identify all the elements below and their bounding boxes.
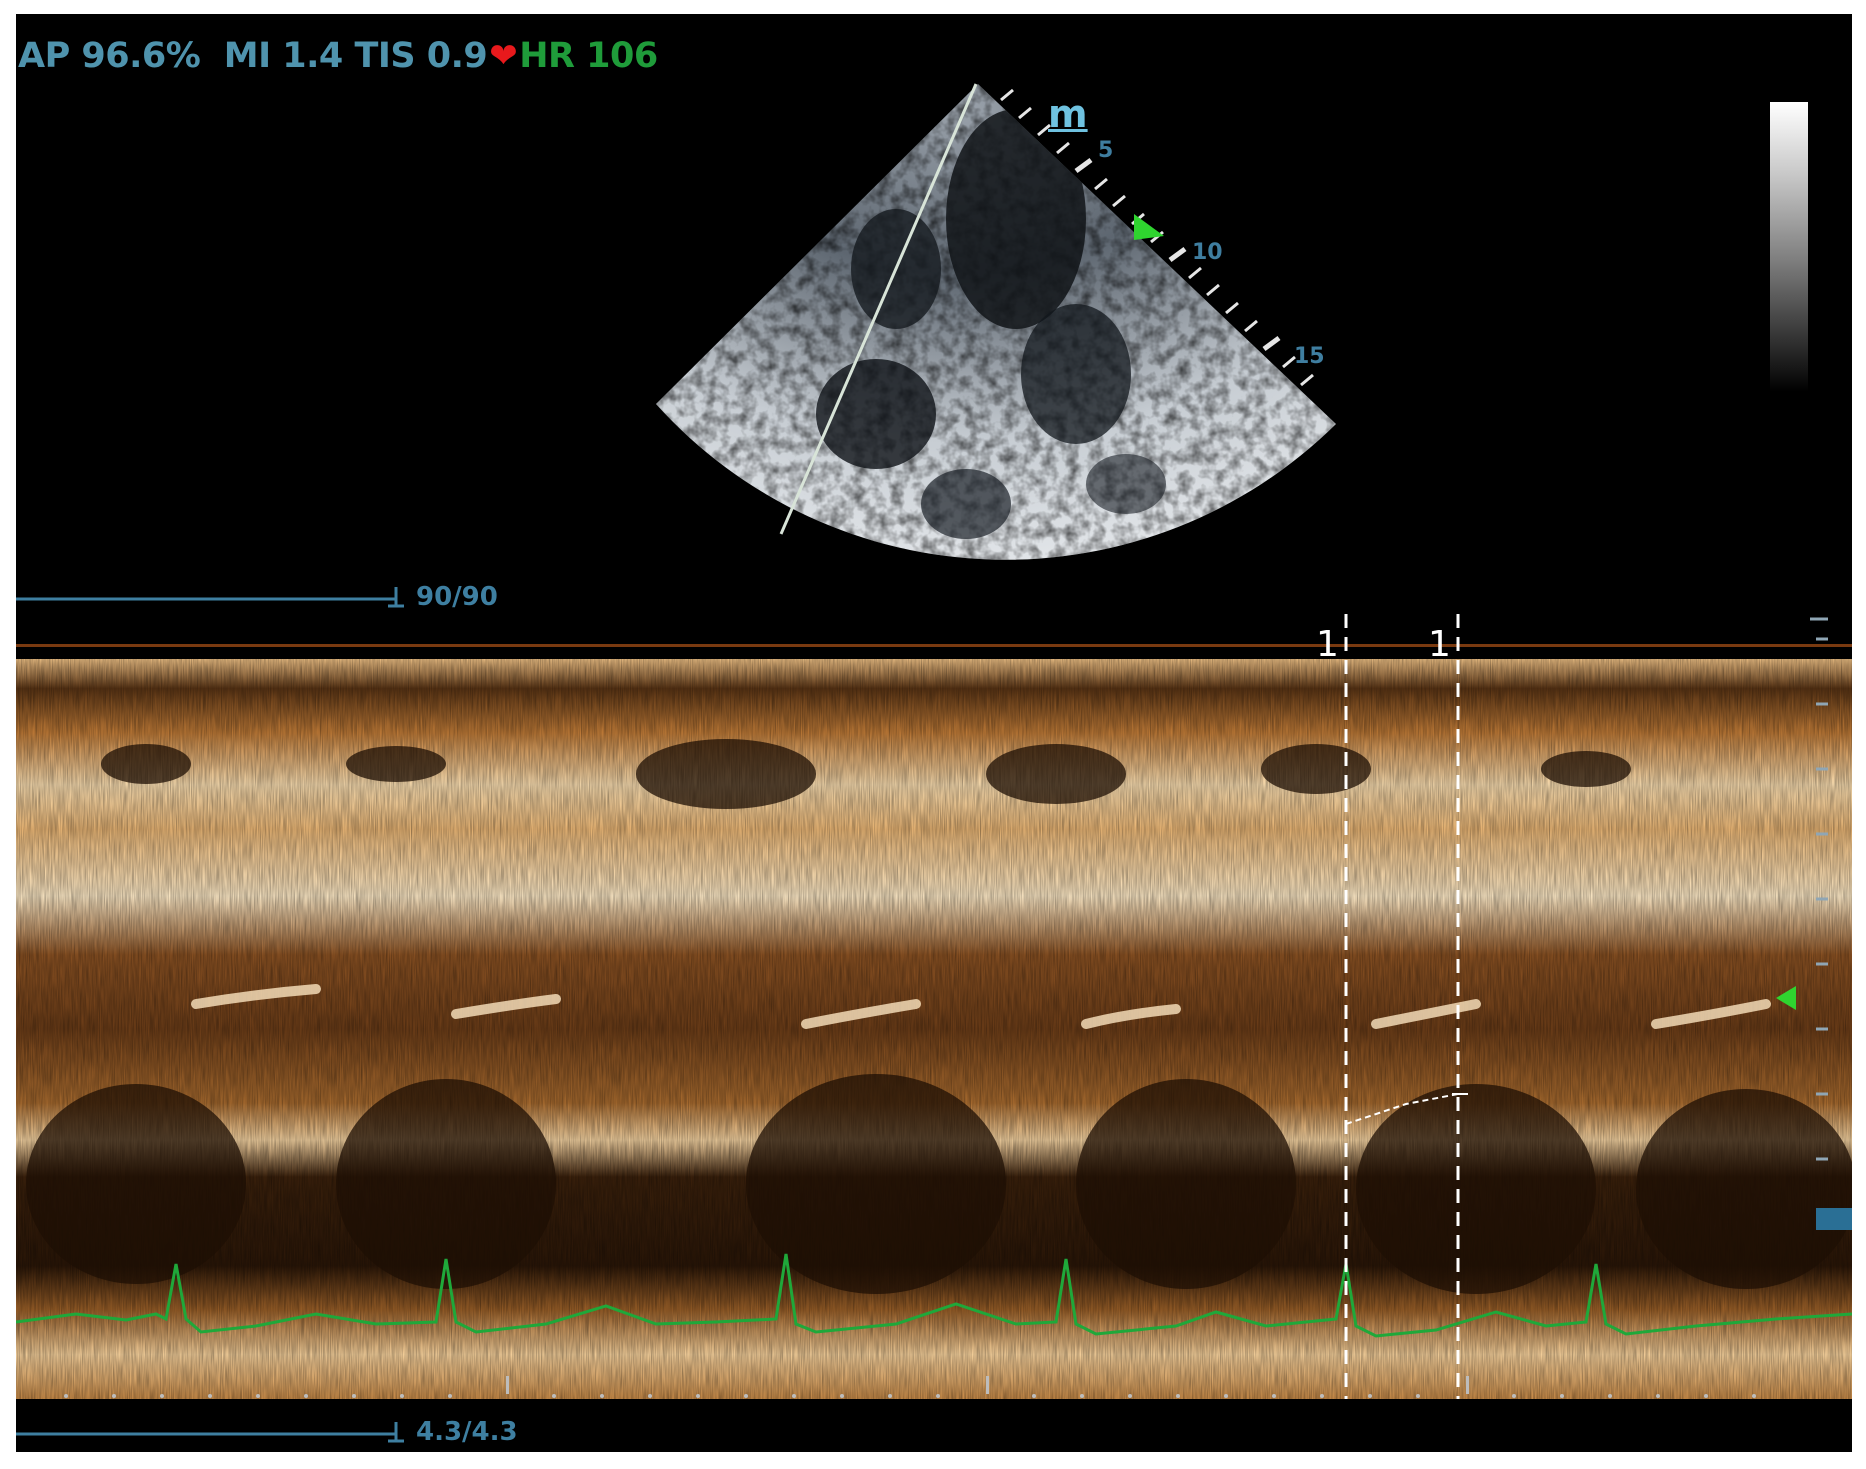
heart-rate: HR 106 (519, 36, 658, 76)
2d-sector-image (656, 83, 1336, 560)
top-scale-line (16, 587, 404, 608)
ultrasound-canvas (16, 83, 1852, 1443)
caliper-label-2: 1 (1428, 624, 1451, 665)
ultrasound-screen: AP 96.6% MI 1.4 TIS 0.9 ❤HR 106 m 5 10 1… (16, 14, 1852, 1452)
bottom-scale-line (16, 1422, 404, 1443)
caliper-label-1: 1 (1316, 624, 1339, 665)
depth-slider-thumb[interactable] (1816, 1208, 1852, 1230)
ap-value: AP 96.6% (18, 36, 201, 76)
bottom-scale-label: 4.3/4.3 (416, 1417, 518, 1447)
focus-marker-icon[interactable] (1134, 214, 1164, 240)
acquisition-readout: AP 96.6% MI 1.4 TIS 0.9 ❤HR 106 (18, 36, 658, 76)
grayscale-bar (1770, 102, 1808, 392)
ap-mi-tis-readout: AP 96.6% MI 1.4 TIS 0.9 (18, 36, 488, 76)
depth-label-10: 10 (1192, 240, 1223, 265)
top-scale-label: 90/90 (416, 582, 498, 612)
m-mode-trace (16, 614, 1852, 1399)
heart-icon: ❤ (489, 36, 518, 76)
m-mode-icon[interactable]: m (1048, 92, 1088, 136)
depth-label-5: 5 (1098, 138, 1114, 163)
depth-label-15: 15 (1294, 344, 1325, 369)
mi-tis-value: MI 1.4 TIS 0.9 (223, 36, 488, 76)
